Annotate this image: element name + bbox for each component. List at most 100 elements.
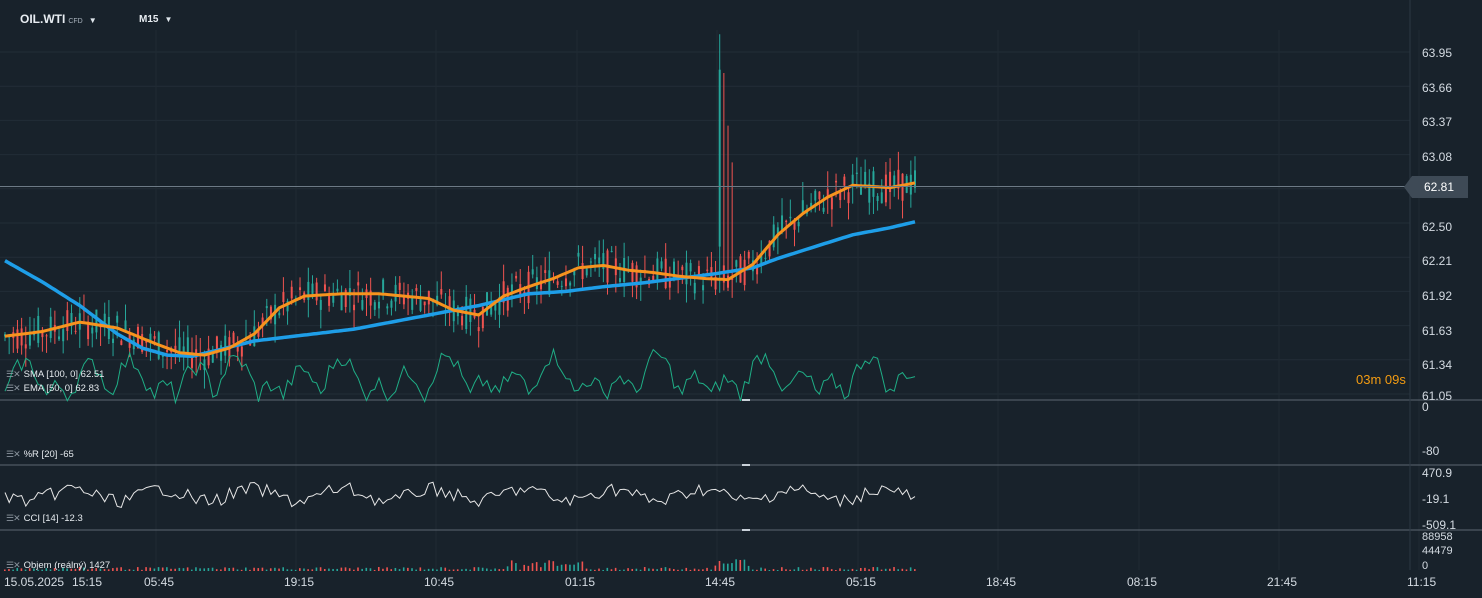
volume-bar [332, 568, 334, 571]
volume-bar [830, 569, 833, 571]
candle-body [822, 207, 825, 212]
candle-body [49, 316, 52, 339]
volume-legend[interactable]: ☰✕ Objem (reálný) 1427 [6, 560, 110, 571]
candle-body [290, 286, 293, 299]
time-tick-date: 15.05.2025 [4, 575, 65, 589]
volume-bar [510, 560, 513, 571]
volume-bar [394, 567, 397, 571]
volume-bar [195, 567, 197, 571]
time-tick: 15:15 [72, 575, 103, 589]
candle-body [477, 327, 480, 332]
menu-icon[interactable]: ☰✕ [6, 383, 21, 393]
candle-body [544, 270, 547, 274]
volume-bar [153, 568, 156, 571]
volume-bar [274, 567, 276, 571]
candle-body [893, 175, 896, 186]
price-tick: 62.50 [1422, 220, 1453, 234]
volume-bar [494, 568, 496, 571]
volume-bar [282, 567, 285, 571]
volume-bar [328, 568, 330, 571]
candle-body [631, 262, 634, 282]
volume-bar [702, 569, 704, 571]
candle-body [253, 326, 256, 347]
price-tick: 63.95 [1422, 46, 1453, 60]
cci-label: CCI [14] [23, 513, 59, 524]
volume-bar [631, 568, 634, 571]
volume-bar [801, 569, 804, 571]
volume-bar [544, 562, 546, 571]
candle-body [589, 261, 592, 263]
symbol-selector[interactable]: OIL.WTI CFD ▼ [20, 12, 97, 26]
menu-icon[interactable]: ☰✕ [6, 513, 21, 523]
price-tick: 63.66 [1422, 81, 1453, 95]
volume-bar [747, 565, 750, 571]
candle-body [336, 288, 339, 292]
candle-body [120, 340, 123, 345]
volume-bar [336, 568, 339, 571]
volume-bar [564, 564, 567, 571]
time-tick: 18:45 [986, 575, 1017, 589]
volume-bar [897, 569, 899, 571]
candle-body [386, 306, 389, 309]
symbol-type: CFD [68, 18, 83, 25]
volume-bar [760, 567, 762, 571]
candle-body [610, 251, 613, 253]
candle-body [706, 269, 709, 271]
volume-bar [436, 569, 438, 571]
volume-bar [718, 561, 721, 571]
candle-body [818, 191, 821, 200]
ema-label: EMA [50, 0] [23, 383, 73, 394]
candle-body [373, 302, 376, 310]
volume-bar [402, 567, 405, 571]
volume-bar [855, 569, 858, 571]
volume-bar [689, 569, 692, 571]
volume-bar [581, 561, 584, 571]
volume-bar [635, 568, 638, 571]
time-tick: 05:45 [144, 575, 175, 589]
sma-value: 62.51 [80, 369, 105, 380]
volume-bar [569, 564, 571, 571]
volume-bar [299, 568, 301, 571]
cci-legend[interactable]: ☰✕ CCI [14] -12.3 [6, 513, 83, 524]
volume-bar [876, 567, 879, 571]
volume-bar [822, 567, 825, 571]
volume-bar [889, 568, 891, 571]
price-chart[interactable] [0, 0, 1482, 598]
volume-bar [652, 568, 654, 571]
volume-bar [220, 569, 222, 571]
candle-body [743, 259, 746, 286]
candle-body [835, 180, 838, 183]
candle-body [419, 299, 422, 311]
volume-bar [594, 569, 596, 571]
candle-body [747, 251, 750, 259]
volume-bar [166, 567, 168, 571]
cci-tick: -509.1 [1422, 518, 1457, 532]
wr-legend[interactable]: ☰✕ %R [20] -65 [6, 449, 74, 460]
time-tick: 08:15 [1127, 575, 1158, 589]
ema-legend[interactable]: ☰✕ EMA [50, 0] 62.83 [6, 383, 99, 394]
volume-bar [170, 568, 172, 571]
volume-bar [660, 567, 663, 571]
volume-bar [398, 569, 401, 571]
menu-icon[interactable]: ☰✕ [6, 449, 21, 459]
volume-bar [814, 569, 816, 571]
volume-bar [909, 567, 912, 571]
volume-bar [377, 567, 380, 571]
volume-bar [706, 567, 708, 571]
volume-bar [178, 567, 181, 571]
menu-icon[interactable]: ☰✕ [6, 369, 21, 379]
volume-bar [789, 569, 791, 571]
volume-bar [203, 568, 206, 571]
candle-body [328, 295, 331, 306]
sma-legend[interactable]: ☰✕ SMA [100, 0] 62.51 [6, 369, 104, 380]
candle-body [24, 344, 27, 349]
candle-body [901, 173, 904, 201]
volume-bar [224, 567, 226, 571]
wr-tick: -80 [1422, 444, 1440, 458]
volume-bar [136, 567, 139, 571]
volume-bar [506, 566, 509, 571]
volume-bar [851, 568, 854, 571]
timeframe-selector[interactable]: M15 ▼ [139, 14, 172, 25]
wr-label: %R [20] [23, 449, 58, 460]
menu-icon[interactable]: ☰✕ [6, 560, 21, 570]
